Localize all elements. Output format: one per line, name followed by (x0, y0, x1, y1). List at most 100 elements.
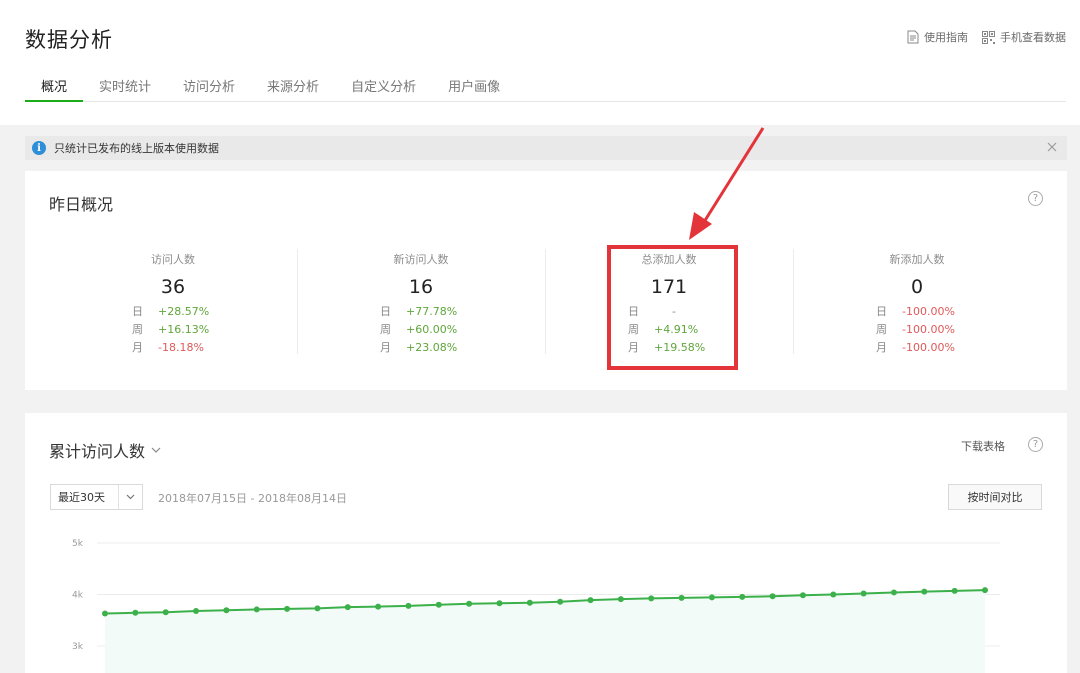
data-point (314, 605, 321, 612)
stat-value: 36 (160, 276, 186, 298)
data-point (921, 588, 928, 595)
chevron-down-icon (118, 485, 142, 509)
download-table-link[interactable]: 下载表格 (961, 438, 1005, 454)
notice-bar: i 只统计已发布的线上版本使用数据 (25, 136, 1067, 160)
data-point (375, 603, 382, 610)
period-label: 月 (628, 341, 639, 354)
tab-realtime[interactable]: 实时统计 (83, 74, 167, 102)
change-value: -100.00% (902, 341, 955, 354)
page-header: 数据分析 使用指南 手机查看数据 概况 实时统计 访问分析 来源分析 自定义分析… (0, 0, 1080, 125)
help-icon[interactable]: ? (1028, 437, 1043, 452)
data-point (132, 609, 139, 616)
chevron-down-icon (151, 447, 161, 453)
tab-source-analysis[interactable]: 来源分析 (251, 74, 335, 102)
chart-title: 累计访问人数 (49, 442, 146, 461)
data-point (648, 595, 655, 602)
stat-total-added: 总添加人数 171 日 - 周 +4.91% 月 +19.58% (545, 249, 793, 359)
change-value: +60.00% (406, 323, 458, 336)
info-icon: i (32, 141, 46, 155)
data-point (860, 590, 867, 597)
tab-custom-analysis[interactable]: 自定义分析 (335, 74, 432, 102)
data-point (890, 589, 897, 596)
date-range-select[interactable]: 最近30天 (50, 484, 143, 510)
change-value: -100.00% (902, 323, 955, 336)
stat-label: 总添加人数 (641, 253, 697, 266)
data-point (617, 596, 624, 603)
stat-new-added: 新添加人数 0 日 -100.00% 周 -100.00% 月 -100.00% (793, 249, 1041, 359)
date-range-text: 2018年07月15日 - 2018年08月14日 (158, 492, 347, 505)
change-value: +19.58% (654, 341, 706, 354)
page-title: 数据分析 (25, 28, 113, 52)
line-chart: 5k 4k 3k (72, 539, 1000, 673)
data-point (799, 592, 806, 599)
data-point (496, 600, 503, 607)
y-tick-label: 3k (72, 642, 84, 652)
change-value: +23.08% (406, 341, 458, 354)
period-label: 周 (132, 323, 143, 336)
data-point (526, 599, 533, 606)
guide-link[interactable]: 使用指南 (907, 29, 968, 45)
period-label: 月 (132, 341, 143, 354)
qr-code-icon (982, 30, 995, 44)
period-label: 日 (132, 305, 143, 318)
period-label: 月 (876, 341, 887, 354)
tab-overview[interactable]: 概况 (25, 74, 84, 102)
stat-value: 0 (910, 276, 924, 298)
metric-dropdown[interactable]: 累计访问人数 (49, 438, 161, 462)
tab-user-profile[interactable]: 用户画像 (432, 74, 516, 102)
stat-value: 171 (650, 276, 688, 298)
close-icon[interactable] (1045, 140, 1059, 154)
period-label: 月 (380, 341, 391, 354)
data-point (193, 607, 200, 614)
y-tick-label: 5k (72, 539, 84, 549)
change-value: -18.18% (158, 341, 204, 354)
period-label: 日 (876, 305, 887, 318)
period-label: 日 (628, 305, 639, 318)
mobile-data-link[interactable]: 手机查看数据 (982, 29, 1066, 45)
period-label: 周 (628, 323, 639, 336)
overview-title: 昨日概况 (49, 195, 114, 214)
data-point (344, 604, 351, 611)
data-point (223, 607, 230, 614)
date-range-select-value: 最近30天 (58, 491, 105, 504)
data-point (253, 606, 260, 613)
tab-bar: 概况 实时统计 访问分析 来源分析 自定义分析 用户画像 (25, 74, 1066, 102)
stat-new-visitors: 新访问人数 16 日 +77.78% 周 +60.00% 月 +23.08% (297, 249, 545, 359)
period-label: 周 (380, 323, 391, 336)
overview-card: 昨日概况 ? 访问人数 36 日 +28.57% 周 +16.13% 月 -18.18… (25, 171, 1067, 390)
change-value: - (672, 305, 676, 318)
tab-visit-analysis[interactable]: 访问分析 (167, 74, 251, 102)
help-icon[interactable]: ? (1028, 191, 1043, 206)
document-icon (907, 30, 919, 44)
data-point (557, 598, 564, 605)
change-value: +77.78% (406, 305, 458, 318)
change-value: +4.91% (654, 323, 699, 336)
stat-label: 访问人数 (151, 253, 195, 266)
data-point (951, 587, 958, 594)
data-point (678, 594, 685, 601)
period-label: 周 (876, 323, 887, 336)
change-value: +28.57% (158, 305, 210, 318)
data-point (708, 594, 715, 601)
stat-label: 新访问人数 (393, 253, 449, 266)
data-point (587, 597, 594, 604)
compare-by-time-button[interactable]: 按时间对比 (948, 484, 1042, 510)
data-point (435, 601, 442, 608)
stat-label: 新添加人数 (889, 253, 945, 266)
data-point (102, 610, 108, 617)
data-point (405, 602, 412, 609)
data-point (162, 609, 169, 616)
guide-link-label: 使用指南 (924, 31, 968, 44)
stat-value: 16 (408, 276, 434, 298)
y-tick-label: 4k (72, 591, 84, 601)
period-label: 日 (380, 305, 391, 318)
data-point (284, 605, 291, 612)
notice-text: 只统计已发布的线上版本使用数据 (54, 142, 219, 155)
change-value: -100.00% (902, 305, 955, 318)
data-point (830, 591, 837, 598)
data-point (982, 587, 988, 594)
data-point (466, 600, 473, 607)
data-point (769, 593, 776, 600)
data-point (739, 593, 746, 600)
mobile-data-link-label: 手机查看数据 (1000, 31, 1066, 44)
